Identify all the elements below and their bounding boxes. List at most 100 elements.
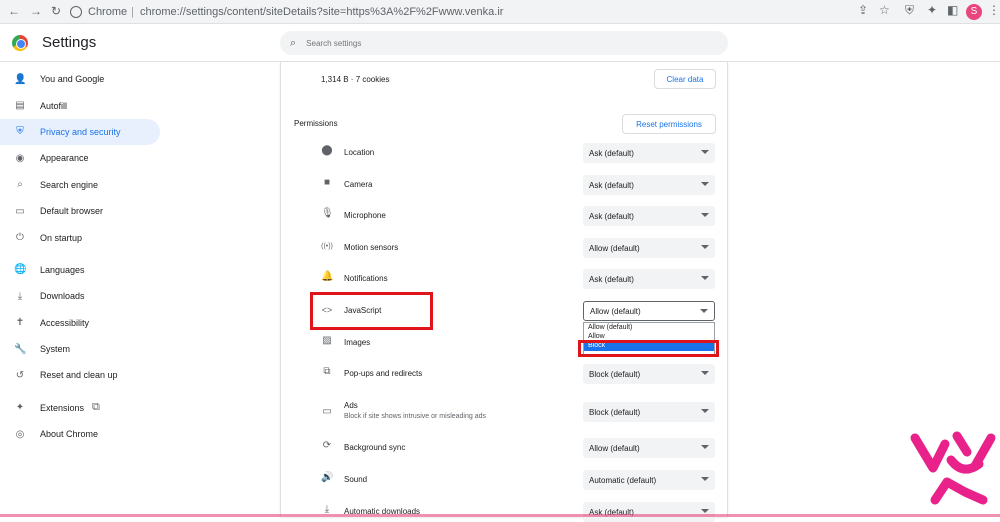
sidebar-item-label: Autofill <box>40 100 68 111</box>
ads-select[interactable]: Block (default) <box>583 402 715 422</box>
permission-row-automatic-downloads: ⤓ Automatic downloads Ask (default) <box>321 502 721 522</box>
sidebar-item-reset-and-clean-up[interactable]: ↺ Reset and clean up <box>0 362 160 388</box>
dropdown-option-block[interactable]: Block <box>584 340 714 351</box>
clear-data-button[interactable]: Clear data <box>654 69 716 89</box>
side-panel-icon[interactable]: ◧ <box>947 3 958 17</box>
dropdown-option-allow[interactable]: Allow <box>584 333 714 341</box>
chrome-logo-icon <box>12 35 28 51</box>
permission-row-javascript: <> JavaScript Allow (default) <box>321 301 721 321</box>
dropdown-caret-icon <box>700 309 708 313</box>
permission-label: Images <box>344 338 371 347</box>
search-box[interactable]: ⌕ <box>280 31 728 55</box>
sidebar-item-label: Search engine <box>40 179 99 190</box>
sound-icon: 🔊 <box>321 472 334 483</box>
download-icon: ⤓ <box>17 290 23 302</box>
site-details-card: 1,314 B · 7 cookies Clear data Permissio… <box>280 62 728 522</box>
sidebar-item-about-chrome[interactable]: ◎ About Chrome <box>0 421 160 447</box>
sidebar-item-system[interactable]: 🔧 System <box>0 336 160 362</box>
sidebar-item-autofill[interactable]: ▤ Autofill <box>0 92 160 118</box>
reset-icon: ↺ <box>15 369 25 381</box>
background-sync-select[interactable]: Allow (default) <box>583 438 715 458</box>
puzzle-icon[interactable]: ✦ <box>927 3 937 17</box>
permission-label: Background sync <box>344 443 406 452</box>
menu-kebab-icon[interactable]: ⋮ <box>988 3 1000 17</box>
sidebar-item-default-browser[interactable]: ▭ Default browser <box>0 198 160 224</box>
permission-label: Sound <box>344 475 368 484</box>
share-icon[interactable]: ⇪ <box>858 3 868 17</box>
wrench-icon: 🔧 <box>14 343 27 355</box>
select-value: Allow (default) <box>589 443 640 453</box>
autofill-icon: ▤ <box>15 100 25 112</box>
sidebar-item-downloads[interactable]: ⤓ Downloads <box>0 283 160 309</box>
image-icon: ▨ <box>322 335 332 346</box>
sidebar-item-label: Appearance <box>40 153 89 164</box>
javascript-select[interactable]: Allow (default) <box>583 301 715 321</box>
camera-select[interactable]: Ask (default) <box>583 175 715 195</box>
code-icon: <> <box>321 305 333 315</box>
automatic-downloads-select[interactable]: Ask (default) <box>583 502 715 522</box>
motion-sensor-icon: ((•)) <box>321 243 333 250</box>
sidebar-item-label: Downloads <box>40 291 85 302</box>
shield-extension-icon[interactable]: ⛨ <box>905 3 914 18</box>
location-select[interactable]: Ask (default) <box>583 143 715 163</box>
popups-select[interactable]: Block (default) <box>583 364 715 384</box>
chrome-site-icon <box>70 6 82 18</box>
dropdown-option-allow-default[interactable]: Allow (default) <box>584 323 714 334</box>
select-value: Ask (default) <box>589 274 634 284</box>
sidebar-item-search-engine[interactable]: ⌕ Search engine <box>0 172 160 198</box>
select-value: Allow (default) <box>589 243 640 253</box>
browser-toolbar: ← → ↻ Chrome | chrome://settings/content… <box>0 0 1000 24</box>
sidebar-item-accessibility[interactable]: ✝ Accessibility <box>0 310 160 336</box>
reload-icon[interactable]: ↻ <box>51 4 61 18</box>
sidebar-item-label: You and Google <box>40 74 105 85</box>
microphone-select[interactable]: Ask (default) <box>583 206 715 226</box>
dropdown-caret-icon <box>701 445 709 449</box>
sidebar-item-appearance[interactable]: ◉ Appearance <box>0 145 160 171</box>
sidebar-item-label: System <box>40 344 71 355</box>
sidebar-item-label: Languages <box>40 264 85 275</box>
globe-icon: 🌐 <box>14 264 27 276</box>
profile-avatar[interactable]: S <box>966 4 982 20</box>
select-value: Ask (default) <box>589 211 634 221</box>
select-value: Ask (default) <box>589 180 634 190</box>
dropdown-caret-icon <box>701 245 709 249</box>
sidebar-item-label: Extensions <box>40 402 85 413</box>
sidebar-item-label: About Chrome <box>40 429 99 440</box>
sidebar-item-label: Accessibility <box>40 317 90 328</box>
motion-sensors-select[interactable]: Allow (default) <box>583 238 715 258</box>
dropdown-caret-icon <box>701 213 709 217</box>
star-icon[interactable]: ☆ <box>879 3 890 17</box>
search-icon: ⌕ <box>290 36 297 49</box>
shield-icon: ⛨ <box>16 126 24 138</box>
forward-arrow-icon[interactable]: → <box>30 4 42 18</box>
permission-row-ads: ▭ Ads Block if site shows intrusive or m… <box>321 401 721 427</box>
sidebar-item-you-and-google[interactable]: 👤 You and Google <box>0 66 160 92</box>
sync-icon: ⟳ <box>322 440 332 451</box>
address-url[interactable]: chrome://settings/content/siteDetails?si… <box>140 6 503 18</box>
permission-label: Notifications <box>344 274 388 283</box>
sidebar-item-languages[interactable]: 🌐 Languages <box>0 257 160 283</box>
sidebar-item-extensions[interactable]: ✦ Extensions ⧉ <box>0 395 160 421</box>
palette-icon: ◉ <box>15 152 25 164</box>
sidebar-item-privacy-and-security[interactable]: ⛨ Privacy and security <box>0 118 160 146</box>
camera-icon: ■ <box>323 177 331 188</box>
permission-label: Microphone <box>344 211 386 220</box>
power-icon: ⏻ <box>16 232 24 244</box>
permission-label: Pop-ups and redirects <box>344 369 423 378</box>
select-value: Allow (default) <box>590 306 641 316</box>
address-bar[interactable]: Chrome | chrome://settings/content/siteD… <box>70 2 890 22</box>
notifications-select[interactable]: Ask (default) <box>583 269 715 289</box>
sidebar-item-on-startup[interactable]: ⏻ On startup <box>0 224 160 250</box>
javascript-dropdown-list: Allow (default) Allow Block <box>583 322 715 356</box>
back-arrow-icon[interactable]: ← <box>8 4 20 18</box>
settings-sidebar: 👤 You and Google ▤ Autofill ⛨ Privacy an… <box>0 62 162 447</box>
sound-select[interactable]: Automatic (default) <box>583 470 715 490</box>
browser-icon: ▭ <box>15 205 25 217</box>
reset-permissions-button[interactable]: Reset permissions <box>622 114 716 134</box>
location-icon: ⬤ <box>321 145 333 156</box>
permission-label: Camera <box>344 180 373 189</box>
dropdown-caret-icon <box>701 509 709 513</box>
extensions-icon: ✦ <box>15 402 25 414</box>
venka-logo-icon <box>910 431 996 505</box>
search-input[interactable] <box>306 38 687 48</box>
